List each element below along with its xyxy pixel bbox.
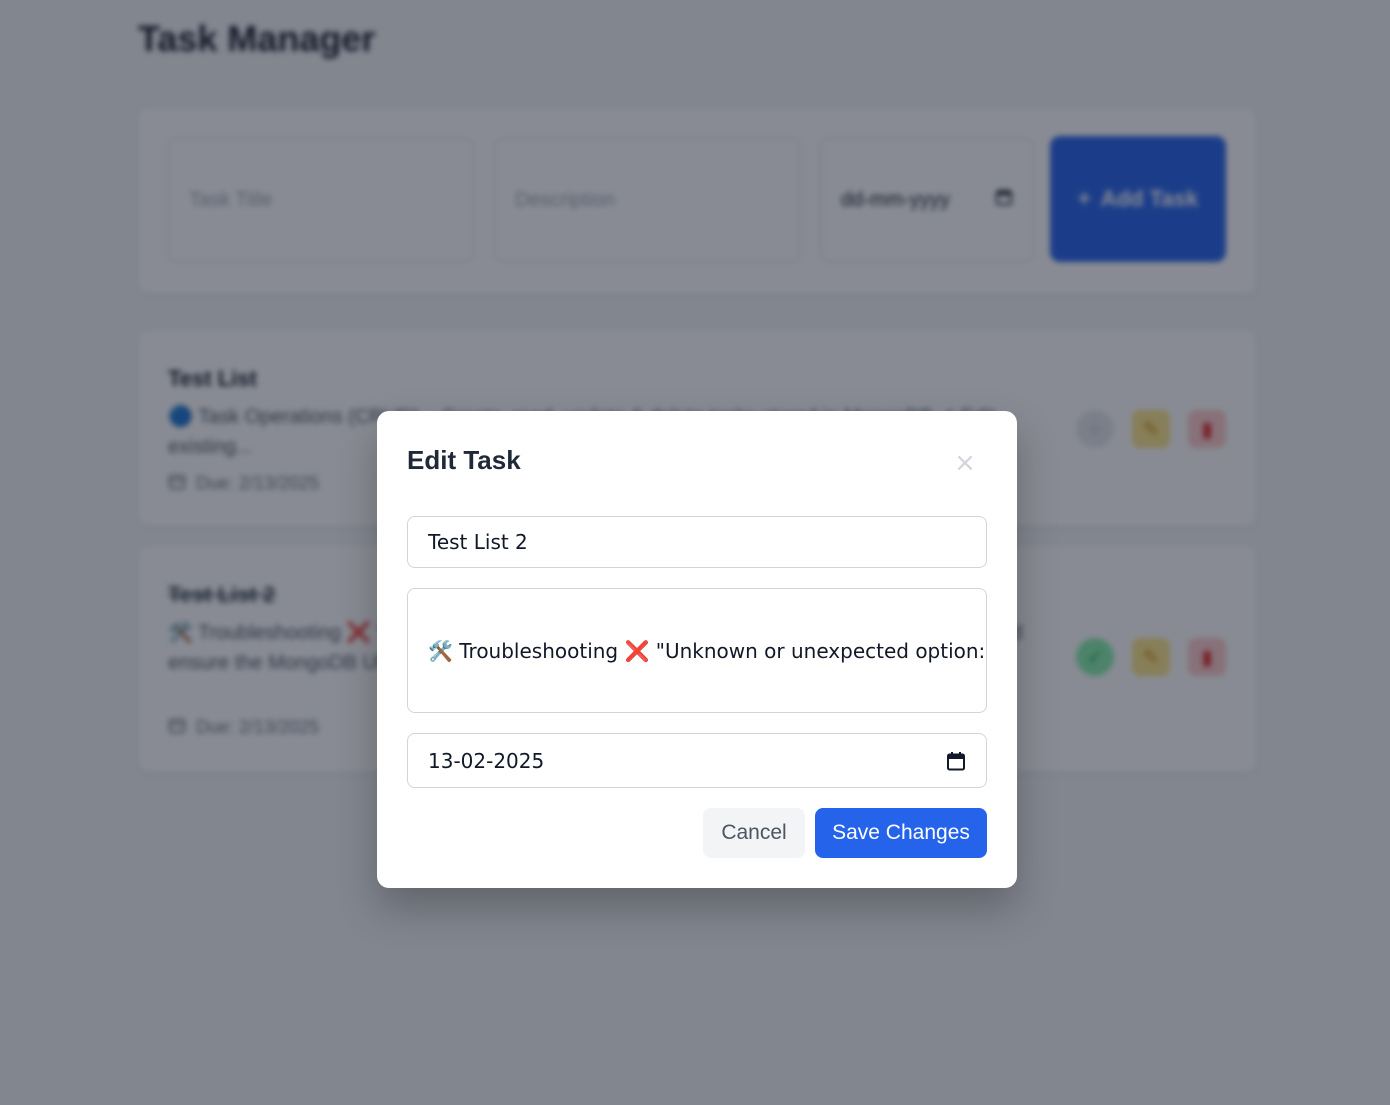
edit-description-input[interactable]: 🛠️ Troubleshooting ❌ "Unknown or unexpec… bbox=[407, 588, 987, 713]
modal-heading: Edit Task bbox=[407, 445, 521, 475]
edit-title-input[interactable] bbox=[407, 516, 987, 568]
edit-description-segment: "Unknown or unexpected option: --tu bbox=[655, 638, 986, 663]
edit-task-modal: Edit Task × 🛠️ Troubleshooting ❌ "Unknow… bbox=[377, 411, 1017, 888]
calendar-icon[interactable] bbox=[946, 751, 966, 771]
cross-icon: ❌ bbox=[624, 638, 650, 663]
cancel-button[interactable]: Cancel bbox=[703, 808, 805, 858]
tools-icon: 🛠️ bbox=[428, 638, 453, 663]
save-changes-button[interactable]: Save Changes bbox=[815, 808, 987, 858]
edit-date-input[interactable]: 13-02-2025 bbox=[407, 733, 987, 788]
edit-description-segment: Troubleshooting bbox=[452, 638, 625, 663]
edit-date-value: 13-02-2025 bbox=[428, 748, 545, 773]
edit-description-text: 🛠️ Troubleshooting ❌ "Unknown or unexpec… bbox=[428, 638, 986, 663]
close-icon[interactable]: × bbox=[951, 449, 979, 477]
